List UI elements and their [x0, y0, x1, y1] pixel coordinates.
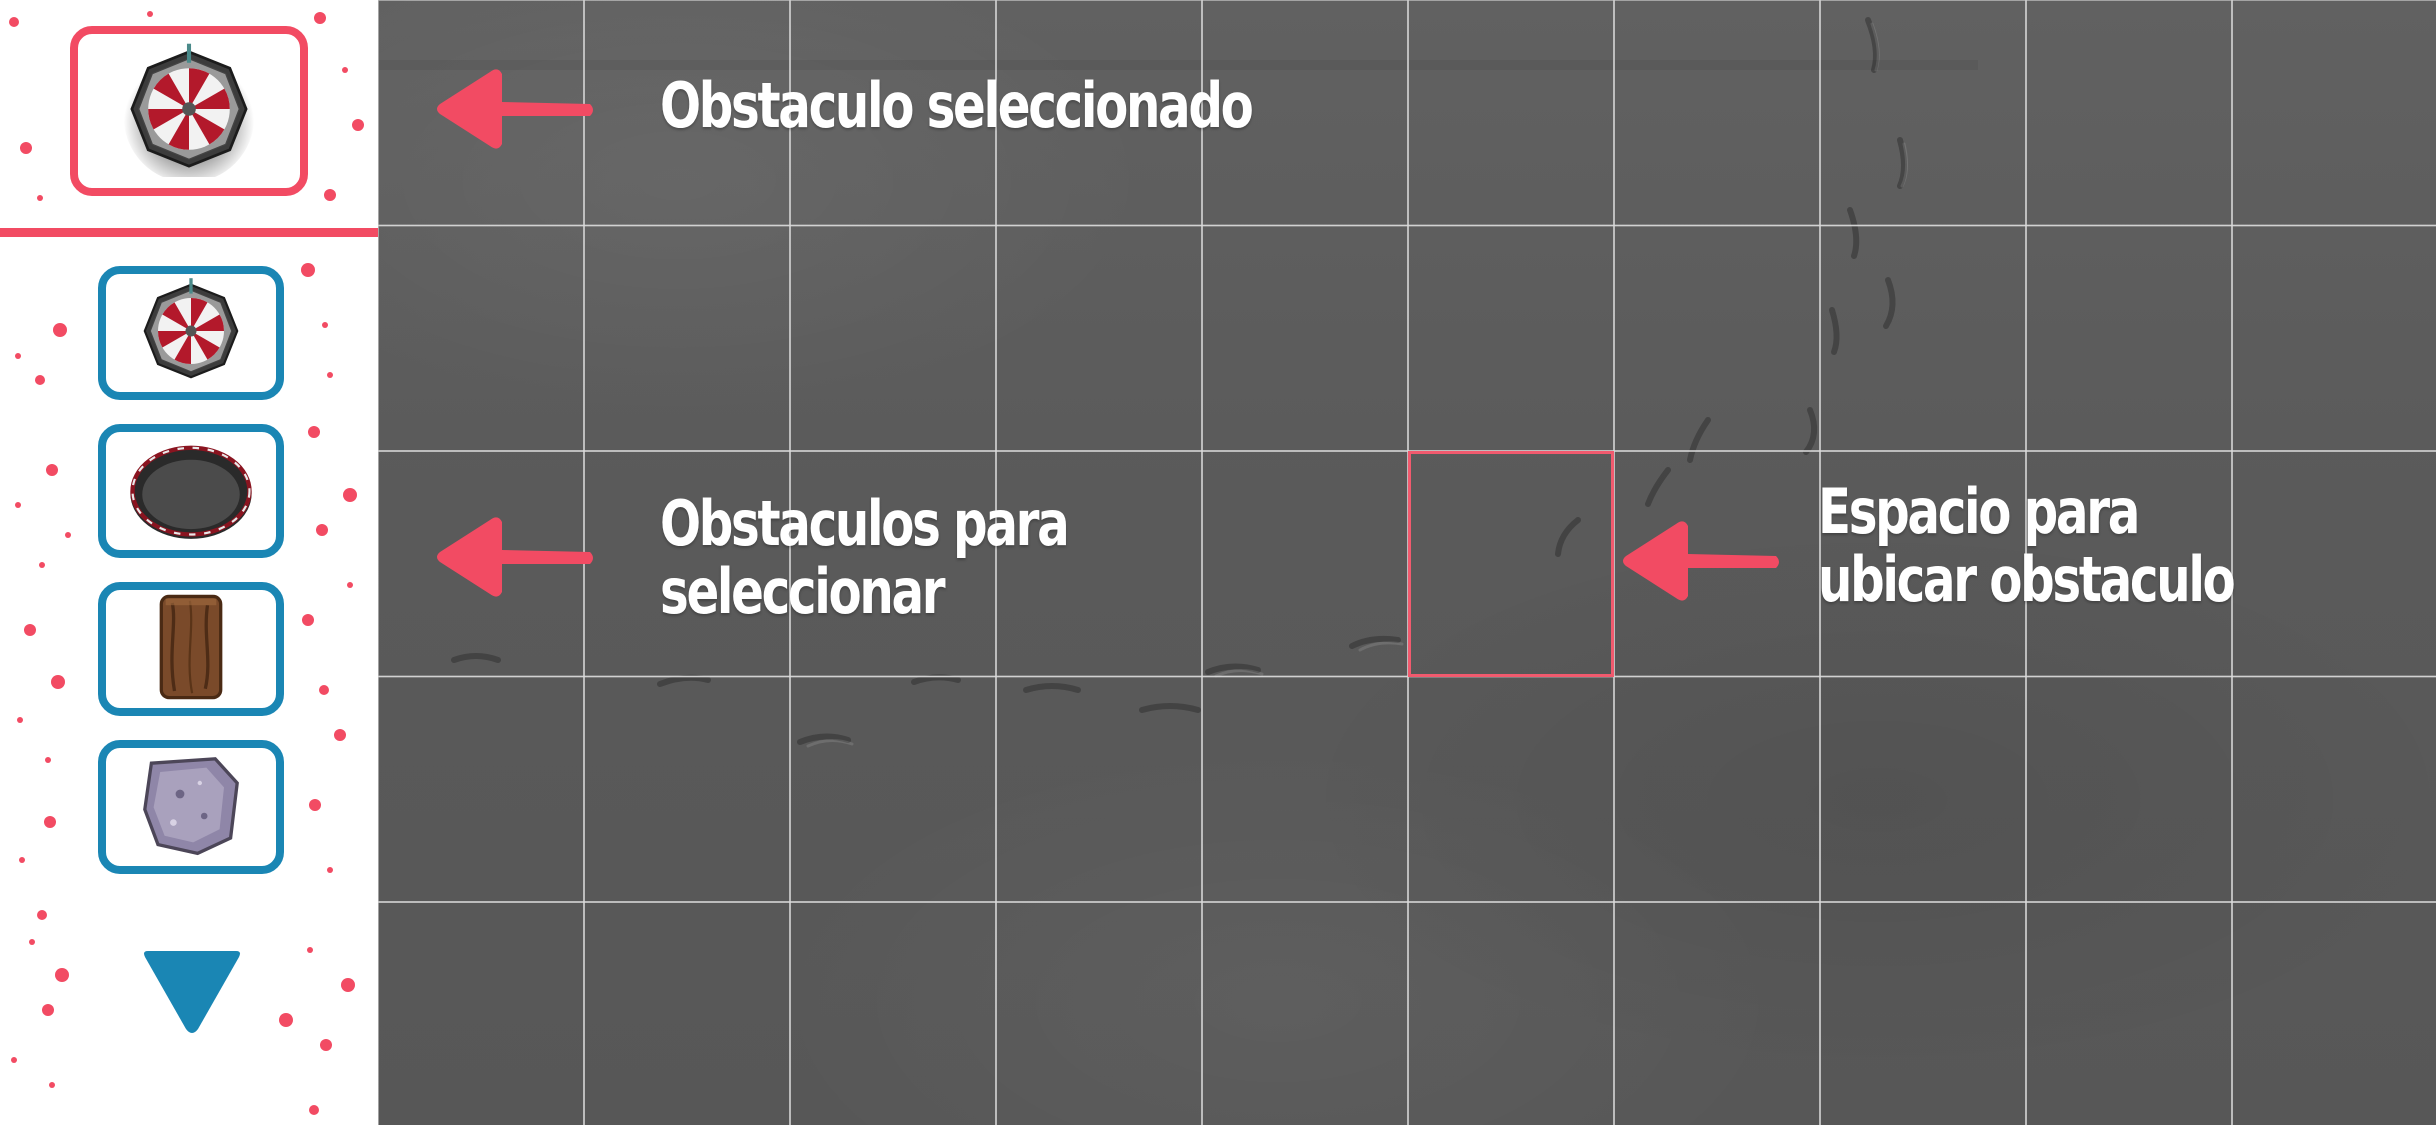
dartboard-obstacle-icon — [136, 276, 246, 390]
sidebar-divider — [0, 228, 378, 237]
board-cell-r5-c7[interactable] — [1613, 901, 1821, 1125]
arrow-left-icon — [437, 69, 593, 149]
board-cell-r1-c7[interactable] — [1613, 0, 1821, 227]
board-cell-r4-c2[interactable] — [583, 675, 791, 903]
game-board: Obstaculo seleccionado Obstaculos para s… — [378, 0, 2436, 1125]
board-cell-r1-c6[interactable] — [1407, 0, 1615, 227]
board-cell-r2-c3[interactable] — [789, 224, 997, 452]
board-cell-r4-c10[interactable] — [2231, 675, 2436, 903]
dartboard-obstacle-icon — [121, 41, 257, 183]
board-cell-r2-c10[interactable] — [2231, 224, 2436, 452]
wooden-log-obstacle-icon — [151, 592, 231, 706]
board-cell-r2-c8[interactable] — [1819, 224, 2027, 452]
scroll-down-button[interactable] — [140, 945, 244, 1037]
board-cell-r4-c7[interactable] — [1613, 675, 1821, 903]
obstacle-option-stone[interactable] — [98, 740, 284, 874]
selected-obstacle-slot[interactable] — [70, 26, 308, 196]
board-cell-r1-c10[interactable] — [2231, 0, 2436, 227]
board-cell-r2-c2[interactable] — [583, 224, 791, 452]
board-cell-r2-c1[interactable] — [378, 224, 585, 452]
stone-obstacle-icon — [136, 750, 246, 864]
arrow-left-icon — [1623, 521, 1779, 601]
board-cell-r2-c9[interactable] — [2025, 224, 2233, 452]
board-cell-r5-c9[interactable] — [2025, 901, 2233, 1125]
placement-space-label: Espacio para ubicar obstaculo — [1818, 475, 2236, 616]
board-cell-r4-c6[interactable] — [1407, 675, 1615, 903]
obstacle-sidebar — [0, 0, 378, 1125]
board-cell-r2-c7[interactable] — [1613, 224, 1821, 452]
board-cell-r4-c3[interactable] — [789, 675, 997, 903]
board-cell-r5-c3[interactable] — [789, 901, 997, 1125]
board-cell-r5-c5[interactable] — [1201, 901, 1409, 1125]
board-cell-r4-c4[interactable] — [995, 675, 1203, 903]
board-cell-r4-c9[interactable] — [2025, 675, 2233, 903]
board-cell-r5-c4[interactable] — [995, 901, 1203, 1125]
board-cell-r5-c8[interactable] — [1819, 901, 2027, 1125]
board-cell-r5-c2[interactable] — [583, 901, 791, 1125]
obstacle-option-dartboard[interactable] — [98, 266, 284, 400]
board-cell-r5-c6[interactable] — [1407, 901, 1615, 1125]
board-cell-r5-c10[interactable] — [2231, 901, 2436, 1125]
triangle-down-icon — [140, 951, 244, 1041]
board-cell-r4-c1[interactable] — [378, 675, 585, 903]
arrow-left-icon — [437, 517, 593, 597]
obstacle-option-wooden-log[interactable] — [98, 582, 284, 716]
board-cell-r2-c6[interactable] — [1407, 224, 1615, 452]
obstacle-options-label: Obstaculos para seleccionar — [660, 487, 1070, 628]
board-cell-r4-c8[interactable] — [1819, 675, 2027, 903]
board-cell-r2-c5[interactable] — [1201, 224, 1409, 452]
board-cell-r3-c10[interactable] — [2231, 450, 2436, 678]
board-cell-r3-c5[interactable] — [1201, 450, 1409, 678]
board-cell-r1-c8[interactable] — [1819, 0, 2027, 227]
board-cell-r4-c5[interactable] — [1201, 675, 1409, 903]
selected-obstacle-label: Obstaculo seleccionado — [660, 69, 1254, 142]
board-cell-r5-c1[interactable] — [378, 901, 585, 1125]
board-cell-r1-c9[interactable] — [2025, 0, 2233, 227]
board-cell-r2-c4[interactable] — [995, 224, 1203, 452]
obstacle-option-trampoline[interactable] — [98, 424, 284, 558]
trampoline-obstacle-icon — [126, 434, 256, 548]
obstacle-placement-cell[interactable] — [1408, 451, 1614, 677]
